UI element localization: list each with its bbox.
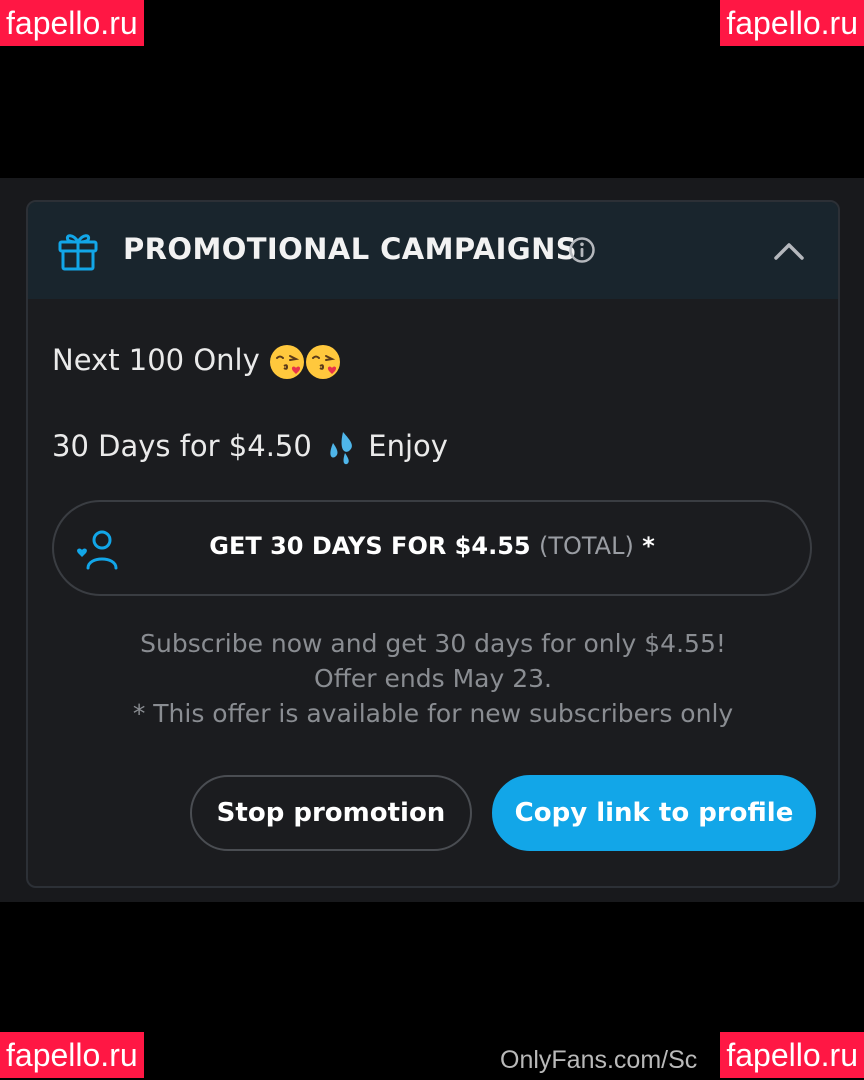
info-icon[interactable] <box>568 236 596 264</box>
subscribe-offer-label: GET 30 DAYS FOR $4.55 (TOTAL) * <box>54 532 810 560</box>
kissing-face-emoji-icon <box>270 345 304 379</box>
promo-message-line-1: Next 100 Only <box>52 343 341 380</box>
offer-description: Subscribe now and get 30 days for only $… <box>28 626 838 731</box>
onlyfans-url-footer: OnlyFans.com/Sc <box>500 1046 698 1074</box>
offer-description-line-1: Subscribe now and get 30 days for only $… <box>140 629 726 658</box>
kissing-face-emoji-icon <box>306 345 340 379</box>
subscribe-total-label: (TOTAL) <box>538 532 634 560</box>
stop-promotion-button[interactable]: Stop promotion <box>190 775 472 851</box>
watermark-top-right: fapello.ru <box>720 0 864 46</box>
card-header[interactable]: PROMOTIONAL CAMPAIGNS <box>28 202 838 299</box>
watermark-top-left: fapello.ru <box>0 0 144 46</box>
watermark-bottom-left: fapello.ru <box>0 1032 144 1078</box>
promo-line1-text: Next 100 Only <box>52 343 260 377</box>
watermark-bottom-right: fapello.ru <box>720 1032 864 1078</box>
promo-message-line-2: 30 Days for $4.50 Enjoy <box>52 429 448 467</box>
subscribe-main-label: GET 30 DAYS FOR $4.55 <box>209 532 531 560</box>
promotional-campaigns-card: PROMOTIONAL CAMPAIGNS Next 100 Only 30 D… <box>26 200 840 888</box>
promo-line2-prefix: 30 Days for $4.50 <box>52 429 312 463</box>
card-title: PROMOTIONAL CAMPAIGNS <box>123 232 578 266</box>
gift-icon <box>58 234 98 271</box>
offer-description-line-2: Offer ends May 23. <box>314 664 552 693</box>
offer-description-line-3: * This offer is available for new subscr… <box>132 699 734 728</box>
sweat-droplets-emoji-icon <box>330 432 352 465</box>
subscribe-offer-button[interactable]: GET 30 DAYS FOR $4.55 (TOTAL) * <box>52 500 812 596</box>
copy-link-to-profile-button[interactable]: Copy link to profile <box>492 775 816 851</box>
chevron-up-icon[interactable] <box>772 234 806 268</box>
subscribe-asterisk: * <box>642 532 655 560</box>
promo-line2-suffix: Enjoy <box>368 429 448 463</box>
